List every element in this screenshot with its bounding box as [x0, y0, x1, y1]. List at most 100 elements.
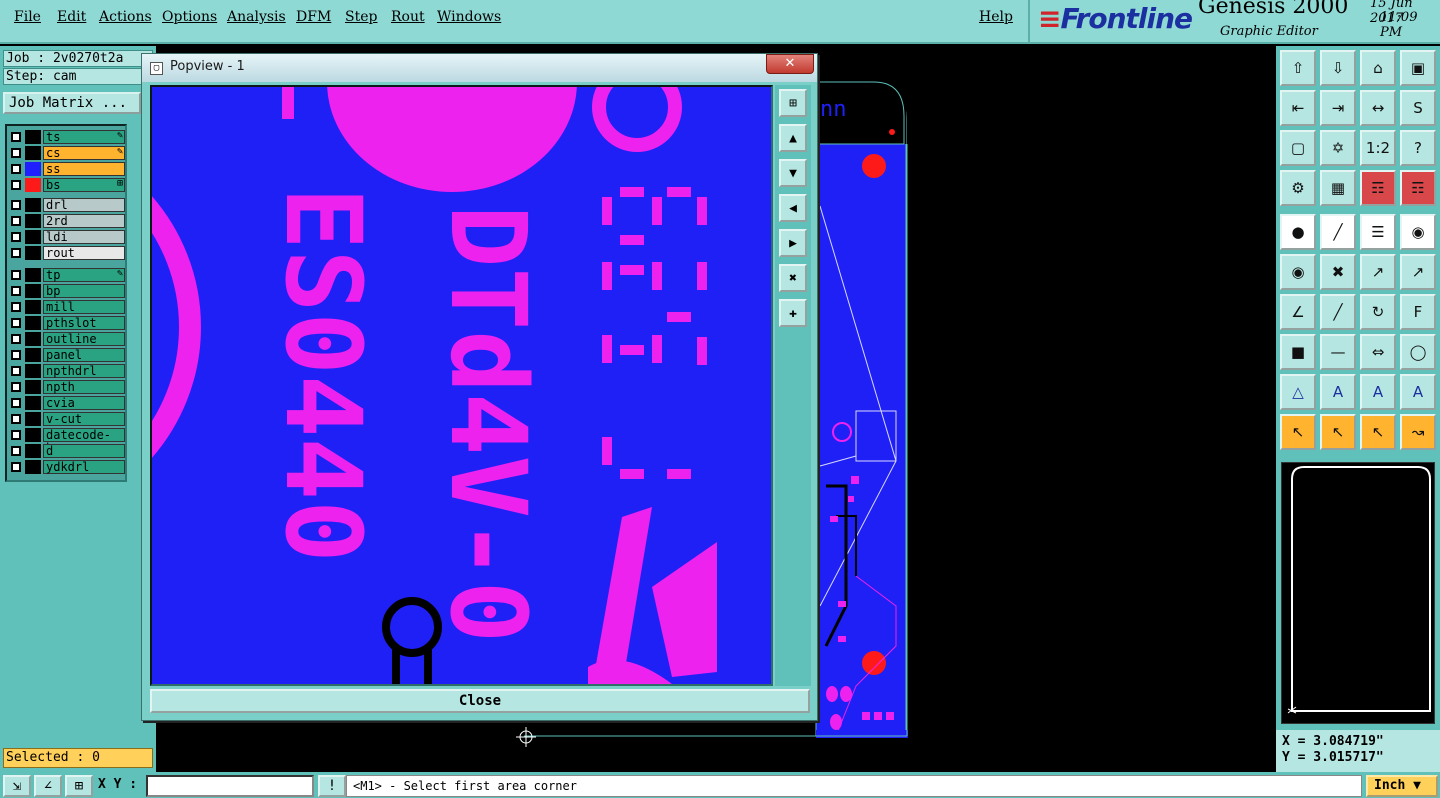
- menu-file[interactable]: File: [14, 9, 41, 25]
- layer-color-swatch[interactable]: [25, 284, 41, 298]
- add-line-icon[interactable]: ∠: [1280, 294, 1316, 330]
- layer-name[interactable]: ydkdrl: [43, 460, 125, 474]
- layer-checkbox[interactable]: [11, 216, 21, 226]
- layer-checkbox[interactable]: [11, 462, 21, 472]
- layer-checkbox[interactable]: [11, 232, 21, 242]
- layer-checkbox[interactable]: [11, 148, 21, 158]
- resize-icon[interactable]: ⇔: [1360, 334, 1396, 370]
- overview-minimap[interactable]: [1281, 462, 1435, 724]
- layer-name[interactable]: drl: [43, 198, 125, 212]
- layer-name[interactable]: v-cut: [43, 412, 125, 426]
- layer-name[interactable]: npthdrl: [43, 364, 125, 378]
- one-to-one-icon[interactable]: 1:2: [1360, 130, 1396, 166]
- menu-edit[interactable]: Edit: [57, 9, 86, 25]
- menu-actions[interactable]: Actions: [99, 9, 152, 25]
- layer-name[interactable]: 2rd: [43, 214, 125, 228]
- layer-checkbox[interactable]: [11, 132, 21, 142]
- cross-delete-icon[interactable]: ✖: [1320, 254, 1356, 290]
- dot-frame-icon[interactable]: ◉: [1400, 214, 1436, 250]
- layer-checkbox[interactable]: [11, 398, 21, 408]
- layer-name[interactable]: bp: [43, 284, 125, 298]
- triangle-c-icon[interactable]: A: [1360, 374, 1396, 410]
- pan-left-icon[interactable]: ◀: [779, 194, 807, 222]
- layer-name[interactable]: cvia: [43, 396, 125, 410]
- popview-close-button[interactable]: Close: [150, 689, 810, 713]
- layer-color-swatch[interactable]: [25, 444, 41, 458]
- layer-row-datecode-bs[interactable]: datecode-bs: [9, 428, 125, 455]
- layer-color-swatch[interactable]: [25, 316, 41, 330]
- layer-row-d[interactable]: d: [9, 444, 125, 458]
- layer-name[interactable]: outline: [43, 332, 125, 346]
- layer-color-swatch[interactable]: [25, 246, 41, 260]
- pad-select-icon[interactable]: ●: [1280, 214, 1316, 250]
- layer-checkbox[interactable]: [11, 164, 21, 174]
- layer-row-panel[interactable]: panel: [9, 348, 125, 362]
- zoom-region-icon[interactable]: ↔: [1360, 90, 1396, 126]
- layer-name[interactable]: ldi: [43, 230, 125, 244]
- arc-tool-icon[interactable]: ↻: [1360, 294, 1396, 330]
- triangle-d-icon[interactable]: A: [1400, 374, 1436, 410]
- window-close-button[interactable]: ✕: [766, 54, 814, 74]
- layer-row-ldi[interactable]: ldi: [9, 230, 125, 244]
- layer-stack-icon[interactable]: ☶: [1360, 170, 1396, 206]
- layer-color-swatch[interactable]: [25, 198, 41, 212]
- layer-checkbox[interactable]: [11, 334, 21, 344]
- layer-color-swatch[interactable]: [25, 146, 41, 160]
- layer-color-swatch[interactable]: [25, 268, 41, 282]
- layer-color-swatch[interactable]: [25, 130, 41, 144]
- layer-row-ydkdrl[interactable]: ydkdrl: [9, 460, 125, 474]
- layer-color-swatch[interactable]: [25, 348, 41, 362]
- layer-name[interactable]: pthslot: [43, 316, 125, 330]
- angle-icon[interactable]: ∠: [34, 775, 62, 797]
- menu-step[interactable]: Step: [345, 9, 377, 25]
- layer-checkbox[interactable]: [11, 318, 21, 328]
- save-icon[interactable]: ⇩: [1320, 50, 1356, 86]
- layer-name[interactable]: datecode-bs: [43, 428, 125, 455]
- text-f-icon[interactable]: F: [1400, 294, 1436, 330]
- triangle-b-icon[interactable]: A: [1320, 374, 1356, 410]
- pan-right-icon[interactable]: ▶: [779, 229, 807, 257]
- pan-up-icon[interactable]: ▲: [779, 124, 807, 152]
- layer-checkbox[interactable]: [11, 350, 21, 360]
- layer-checkbox[interactable]: [11, 366, 21, 376]
- pan-left-tool-icon[interactable]: ⇤: [1280, 90, 1316, 126]
- window-icon[interactable]: ▣: [1400, 50, 1436, 86]
- fit-icon[interactable]: ▢: [1280, 130, 1316, 166]
- xy-input[interactable]: [146, 775, 314, 797]
- layer-checkbox[interactable]: [11, 414, 21, 424]
- menu-dfm[interactable]: DFM: [296, 9, 331, 25]
- zoom-center-icon[interactable]: ✡: [1320, 130, 1356, 166]
- move-point-icon[interactable]: ↗: [1400, 254, 1436, 290]
- snap-icon[interactable]: ⇲: [3, 775, 31, 797]
- layer-row-cvia[interactable]: cvia: [9, 396, 125, 410]
- route-icon[interactable]: ↝: [1400, 414, 1436, 450]
- layer-checkbox[interactable]: [11, 200, 21, 210]
- layer-row-drl[interactable]: drl: [9, 198, 125, 212]
- layer-color-swatch[interactable]: [25, 332, 41, 346]
- menu-windows[interactable]: Windows: [437, 9, 501, 25]
- menu-help[interactable]: Help: [979, 9, 1013, 25]
- layer-color-swatch[interactable]: [25, 380, 41, 394]
- help-question-icon[interactable]: ?: [1400, 130, 1436, 166]
- layer-row-bs[interactable]: bs ⊞: [9, 178, 125, 192]
- layer-name[interactable]: bs: [43, 178, 125, 192]
- line-split-icon[interactable]: —: [1320, 334, 1356, 370]
- layer-name[interactable]: panel: [43, 348, 125, 362]
- layer-row-npth[interactable]: npth: [9, 380, 125, 394]
- zoom-fit-icon[interactable]: ⊞: [779, 89, 807, 117]
- layer-name[interactable]: mill: [43, 300, 125, 314]
- layer-color-swatch[interactable]: [25, 412, 41, 426]
- pan-down-icon[interactable]: ▼: [779, 159, 807, 187]
- alert-icon[interactable]: !: [318, 775, 346, 797]
- measure-line-icon[interactable]: ╱: [1320, 214, 1356, 250]
- zoom-in-icon[interactable]: ✚: [779, 299, 807, 327]
- grid-toggle-icon[interactable]: ▦: [1320, 170, 1356, 206]
- grid-icon[interactable]: ⊞: [65, 775, 93, 797]
- layer-name[interactable]: npth: [43, 380, 125, 394]
- menu-analysis[interactable]: Analysis: [227, 9, 286, 25]
- layer-name[interactable]: rout: [43, 246, 125, 260]
- layer-row-mill[interactable]: mill: [9, 300, 125, 314]
- copy-shape-icon[interactable]: ◯: [1400, 334, 1436, 370]
- layer-row-ts[interactable]: ts ✎: [9, 130, 125, 144]
- job-matrix-button[interactable]: Job Matrix ...: [3, 92, 141, 114]
